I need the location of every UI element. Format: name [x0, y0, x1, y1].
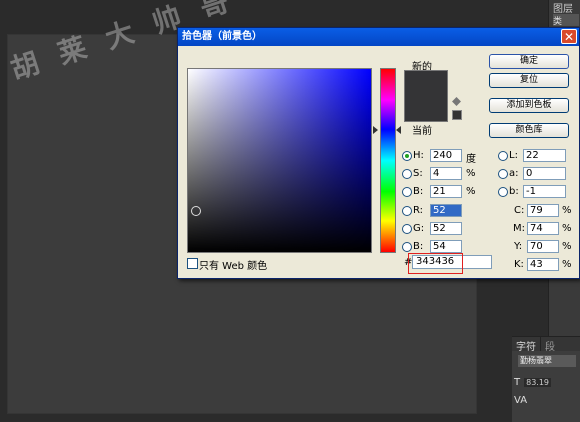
saturation-input[interactable]: 4 [430, 167, 462, 180]
blue-label: B: [413, 241, 424, 252]
lab-l-input[interactable]: 22 [523, 149, 566, 162]
tracking-icon: VA [514, 395, 528, 406]
hex-highlight-box [408, 253, 463, 274]
magenta-label: M: [513, 223, 525, 234]
web-colors-only-checkbox[interactable] [187, 258, 198, 269]
hue-slider[interactable] [380, 68, 396, 253]
brightness-label: B: [413, 186, 424, 197]
yellow-input[interactable]: 70 [527, 240, 559, 253]
radio-red[interactable] [402, 206, 412, 216]
lab-b-input[interactable]: -1 [523, 185, 566, 198]
radio-lab-a[interactable] [498, 169, 508, 179]
saturation-brightness-field[interactable] [187, 68, 372, 253]
font-size-value[interactable]: 83.19 [524, 378, 552, 387]
lab-a-label: a: [509, 168, 519, 179]
radio-saturation[interactable] [402, 169, 412, 179]
red-label: R: [413, 205, 424, 216]
character-panel-tabs: 字符 段 [512, 337, 580, 353]
yellow-unit: % [562, 241, 572, 252]
saturation-unit: % [466, 168, 476, 179]
dialog-title: 拾色器（前景色） [182, 31, 262, 42]
radio-green[interactable] [402, 224, 412, 234]
font-size-row: T 83.19 [514, 377, 552, 388]
current-color-label: 当前 [412, 126, 432, 137]
hue-label: H: [413, 150, 424, 161]
color-picker-dialog: 拾色器（前景色） ✕ 新的 当前 确定 复位 添加到色板 颜色库 H: 240 … [177, 27, 580, 279]
tab-character[interactable]: 字符 [512, 337, 540, 353]
web-colors-only-label: 只有 Web 颜色 [199, 261, 268, 272]
reset-button[interactable]: 复位 [489, 73, 569, 88]
radio-hue[interactable] [402, 151, 412, 161]
black-input[interactable]: 43 [527, 258, 559, 271]
brightness-input[interactable]: 21 [430, 185, 462, 198]
tracking-row: VA [514, 395, 527, 406]
red-input[interactable]: 52 [430, 204, 462, 217]
layer-filter-chip[interactable]: 类 [553, 14, 579, 27]
color-libraries-button[interactable]: 颜色库 [489, 123, 569, 138]
tab-paragraph[interactable]: 段 [540, 337, 559, 353]
new-color-swatch [404, 70, 448, 102]
yellow-label: Y: [514, 241, 523, 252]
radio-lab-b[interactable] [498, 187, 508, 197]
green-label: G: [413, 223, 425, 234]
magenta-unit: % [562, 223, 572, 234]
character-panel: 字符 段 勤杨翡翠 T 83.19 VA [512, 336, 580, 422]
radio-lightness[interactable] [498, 151, 508, 161]
cyan-label: C: [514, 205, 525, 216]
hue-slider-arrow-right-icon[interactable] [396, 126, 401, 134]
tab-layers[interactable]: 图层 [553, 0, 573, 15]
close-button[interactable]: ✕ [561, 29, 577, 44]
cyan-unit: % [562, 205, 572, 216]
blue-input[interactable]: 54 [430, 240, 462, 253]
cyan-input[interactable]: 79 [527, 204, 559, 217]
black-unit: % [562, 259, 572, 270]
magenta-input[interactable]: 74 [527, 222, 559, 235]
web-safe-swatch-icon[interactable] [452, 110, 462, 120]
font-size-icon: T [514, 377, 521, 388]
black-label: K: [514, 259, 524, 270]
color-field-marker[interactable] [191, 206, 201, 216]
lab-b-label: b: [509, 186, 519, 197]
ok-button[interactable]: 确定 [489, 54, 569, 69]
out-of-gamut-cube-icon[interactable] [452, 97, 461, 106]
saturation-label: S: [413, 168, 423, 179]
lab-a-input[interactable]: 0 [523, 167, 566, 180]
font-family-field[interactable]: 勤杨翡翠 [518, 355, 576, 367]
current-color-swatch[interactable] [404, 101, 448, 122]
radio-brightness[interactable] [402, 187, 412, 197]
close-icon: ✕ [563, 30, 575, 44]
hue-input[interactable]: 240 [430, 149, 462, 162]
dialog-titlebar[interactable]: 拾色器（前景色） ✕ [178, 28, 579, 46]
add-to-swatches-button[interactable]: 添加到色板 [489, 98, 569, 113]
radio-blue[interactable] [402, 242, 412, 252]
brightness-unit: % [466, 186, 476, 197]
hue-unit: 度 [466, 154, 476, 165]
hue-slider-arrow-left-icon[interactable] [373, 126, 378, 134]
green-input[interactable]: 52 [430, 222, 462, 235]
lab-l-label: L: [509, 150, 518, 161]
